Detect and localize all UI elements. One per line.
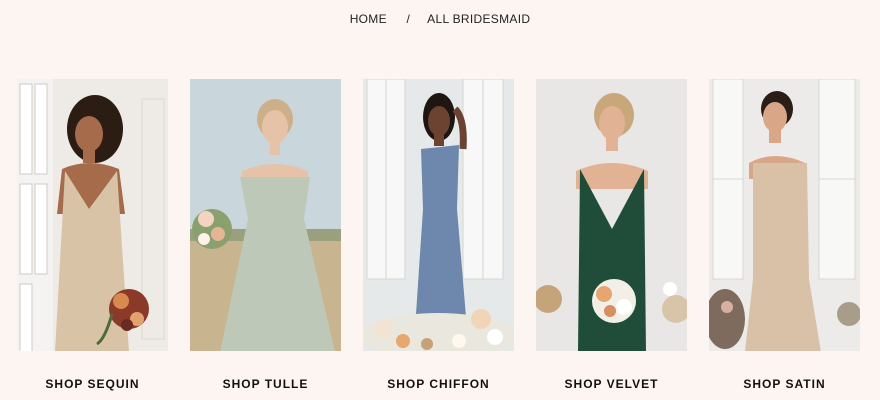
breadcrumb-separator: /: [406, 12, 411, 26]
category-card-sequin[interactable]: SHOP SEQUIN: [17, 79, 168, 391]
category-card-satin[interactable]: SHOP SATIN: [709, 79, 860, 391]
category-card-tulle[interactable]: SHOP TULLE: [190, 79, 341, 391]
breadcrumb-current: ALL BRIDESMAID: [427, 12, 531, 26]
category-photo-sequin[interactable]: [17, 79, 168, 351]
category-photo-tulle[interactable]: [190, 79, 341, 351]
category-card-velvet[interactable]: SHOP VELVET: [536, 79, 687, 391]
category-label-chiffon[interactable]: SHOP CHIFFON: [363, 377, 514, 391]
category-photo-chiffon[interactable]: [363, 79, 514, 351]
category-label-velvet[interactable]: SHOP VELVET: [536, 377, 687, 391]
category-card-chiffon[interactable]: SHOP CHIFFON: [363, 79, 514, 391]
breadcrumb-home-link[interactable]: HOME: [350, 12, 387, 26]
breadcrumb: HOME / ALL BRIDESMAID: [0, 12, 880, 26]
category-grid: SHOP SEQUIN SHOP TULLE SHOP CHIFFON SHOP…: [17, 79, 860, 391]
category-photo-velvet[interactable]: [536, 79, 687, 351]
category-photo-satin[interactable]: [709, 79, 860, 351]
category-label-tulle[interactable]: SHOP TULLE: [190, 377, 341, 391]
category-label-sequin[interactable]: SHOP SEQUIN: [17, 377, 168, 391]
category-label-satin[interactable]: SHOP SATIN: [709, 377, 860, 391]
